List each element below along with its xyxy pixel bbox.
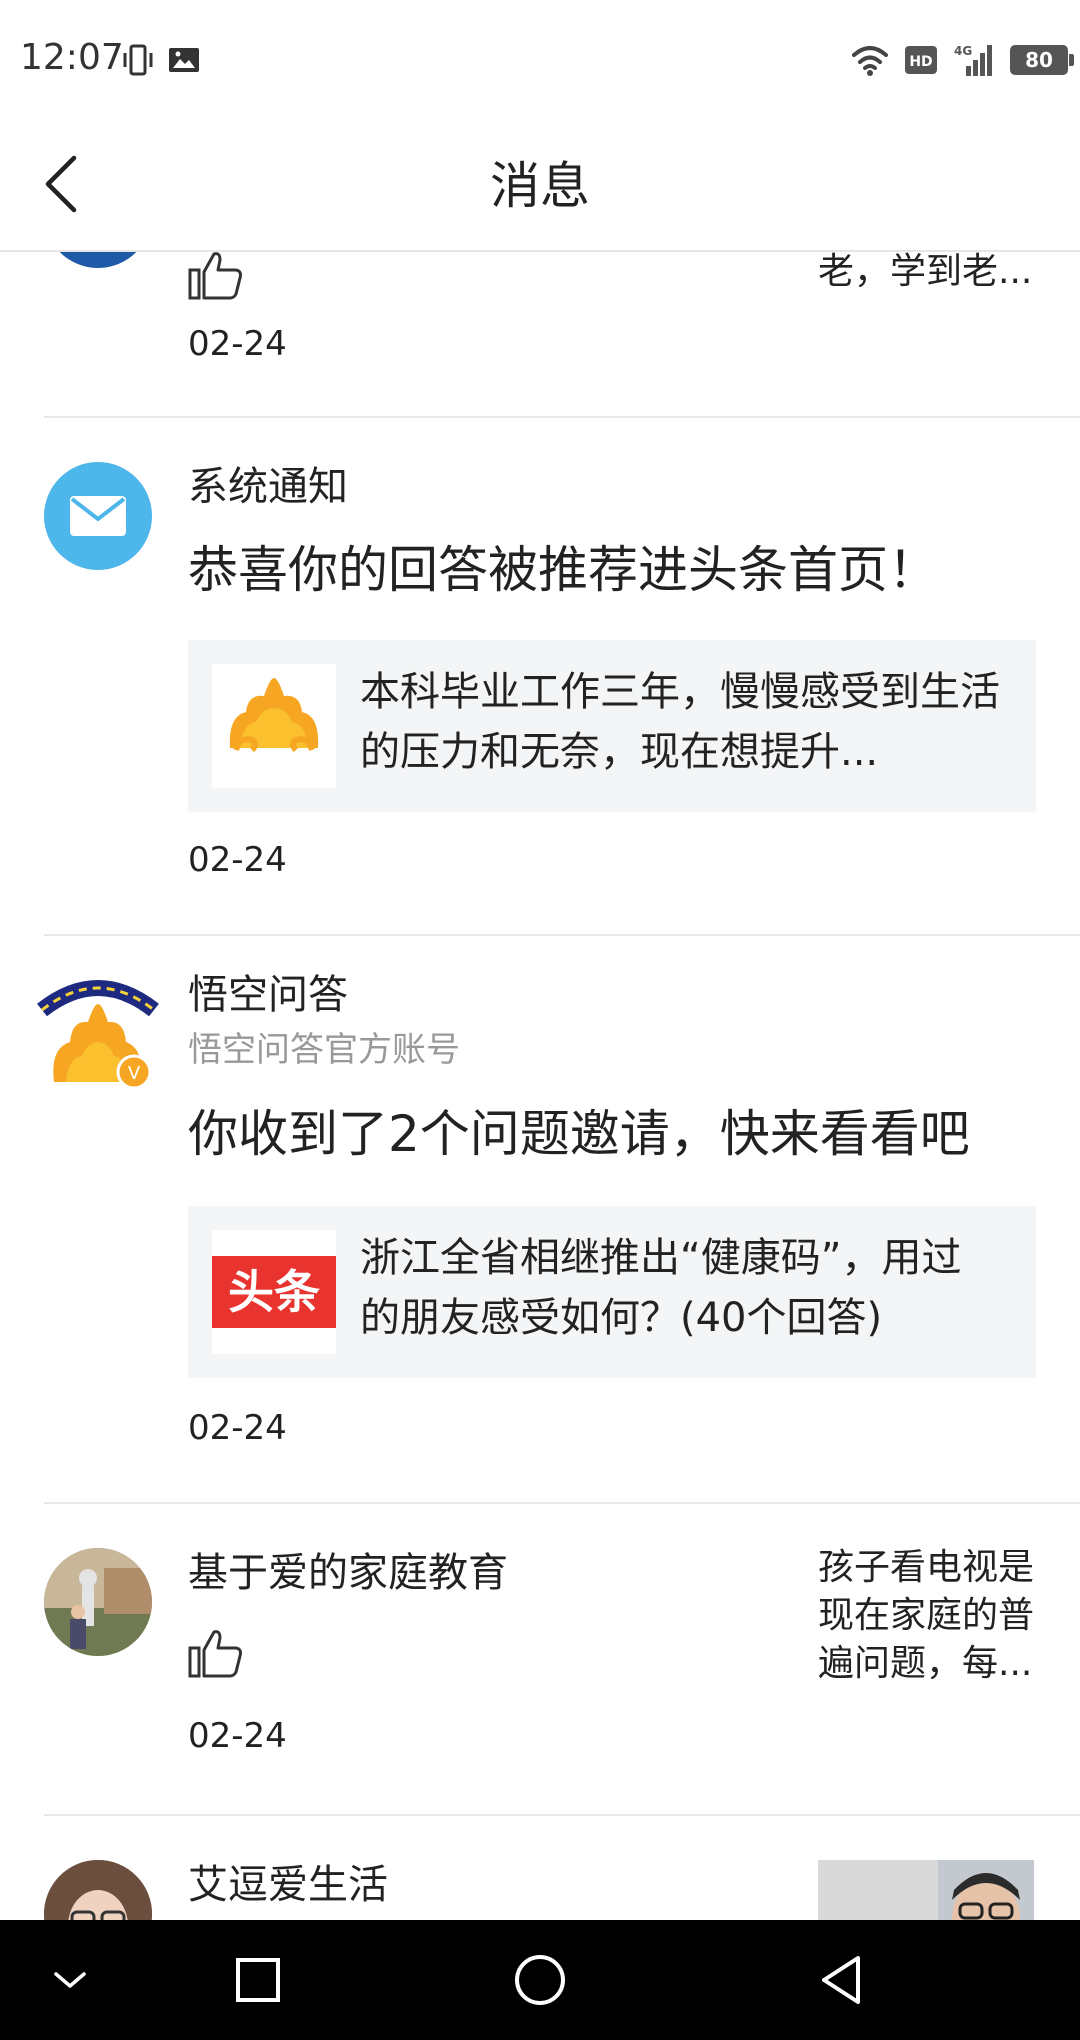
recent-apps-button[interactable] [228, 1950, 288, 2010]
svg-text:HD: HD [909, 54, 932, 70]
avatar[interactable] [44, 252, 152, 268]
nav-bar: 消息 [0, 116, 1080, 252]
message-date: 02-24 [188, 1716, 287, 1756]
like-icon [188, 252, 242, 300]
question-card[interactable]: 头条 浙江全省相继推出“健康码”，用过的朋友感受如何？(40个回答) [188, 1206, 1036, 1378]
sender-subtitle: 悟空问答官方账号 [188, 1030, 460, 1070]
toutiao-logo-text: 头条 [228, 1265, 320, 1319]
user-photo-icon [44, 1548, 152, 1656]
sender-name: 艾逗爱生活 [188, 1862, 388, 1908]
message-date: 02-24 [188, 324, 287, 364]
answer-card[interactable]: 本科毕业工作三年，慢慢感受到生活的压力和无奈，现在想提升... [188, 640, 1036, 812]
screen: 12:07 HD 4G 80 消息 老，学到老... 02-24 系统通知 恭喜… [0, 0, 1080, 2040]
card-thumbnail [212, 664, 336, 788]
sender-name: 基于爱的家庭教育 [188, 1550, 508, 1596]
status-time: 12:07 [20, 37, 124, 78]
message-snippet: 孩子看电视是现在家庭的普遍问题，每... [818, 1547, 1035, 1684]
home-button[interactable] [510, 1950, 570, 2010]
status-left-icons [120, 40, 202, 80]
like-icon[interactable] [186, 1624, 246, 1684]
wifi-icon [852, 46, 888, 76]
wukong-avatar-icon: V [37, 980, 159, 1090]
system-nav-bar [0, 1920, 1080, 2040]
status-right-icons: HD 4G 80 [850, 38, 1074, 82]
list-item-partial[interactable]: 老，学到老... 02-24 [0, 252, 1080, 418]
list-item-family-education[interactable]: 基于爱的家庭教育 孩子看电视是现在家庭的普遍问题，每... 02-24 [0, 1504, 1080, 1816]
avatar[interactable] [44, 1860, 152, 1920]
image-notification-icon [169, 48, 199, 72]
avatar[interactable] [44, 462, 152, 570]
avatar[interactable] [44, 1548, 152, 1656]
sender-name: 系统通知 [188, 464, 348, 510]
person-photo-icon [818, 1860, 1034, 1920]
message-headline: 恭喜你的回答被推荐进头条首页！ [188, 541, 938, 599]
list-item-aidou[interactable]: 艾逗爱生活 [0, 1816, 1080, 1920]
card-text: 本科毕业工作三年，慢慢感受到生活的压力和无奈，现在想提升... [360, 669, 1000, 775]
message-snippet: 老，学到老... [818, 252, 1033, 292]
system-back-button[interactable] [812, 1950, 872, 2010]
message-headline: 你收到了2个问题邀请，快来看看吧 [188, 1105, 970, 1163]
page-title: 消息 [490, 157, 590, 215]
status-bar: 12:07 HD 4G 80 [0, 0, 1080, 116]
message-date: 02-24 [188, 1408, 287, 1448]
list-item-system-notice[interactable]: 系统通知 恭喜你的回答被推荐进头条首页！ 本科毕业工作三年，慢慢感受到生活的压力… [0, 418, 1080, 936]
svg-text:4G: 4G [954, 44, 972, 58]
sender-name: 悟空问答 [188, 972, 348, 1018]
card-text: 浙江全省相继推出“健康码”，用过的朋友感受如何？(40个回答) [360, 1235, 962, 1341]
wukong-logo-icon [229, 678, 319, 753]
message-thumbnail [818, 1860, 1034, 1920]
card-thumbnail: 头条 [212, 1230, 336, 1354]
mail-icon [70, 496, 126, 536]
avatar[interactable]: V [36, 970, 160, 1094]
cellular-signal-icon: 4G [954, 44, 992, 76]
battery-icon: 80 [1010, 45, 1074, 75]
list-item-wukong[interactable]: V 悟空问答 悟空问答官方账号 你收到了2个问题邀请，快来看看吧 头条 浙江全省… [0, 936, 1080, 1504]
message-date: 02-24 [188, 840, 287, 880]
user-photo-icon [44, 1860, 152, 1920]
vibrate-icon [123, 44, 153, 76]
svg-text:V: V [128, 1063, 141, 1084]
toutiao-logo: 头条 [212, 1256, 336, 1328]
collapse-nav-button[interactable] [40, 1950, 100, 2010]
message-list[interactable]: 老，学到老... 02-24 系统通知 恭喜你的回答被推荐进头条首页！ 本科毕业… [0, 252, 1080, 1920]
battery-level: 80 [1025, 48, 1053, 72]
hd-badge-icon: HD [905, 46, 937, 74]
